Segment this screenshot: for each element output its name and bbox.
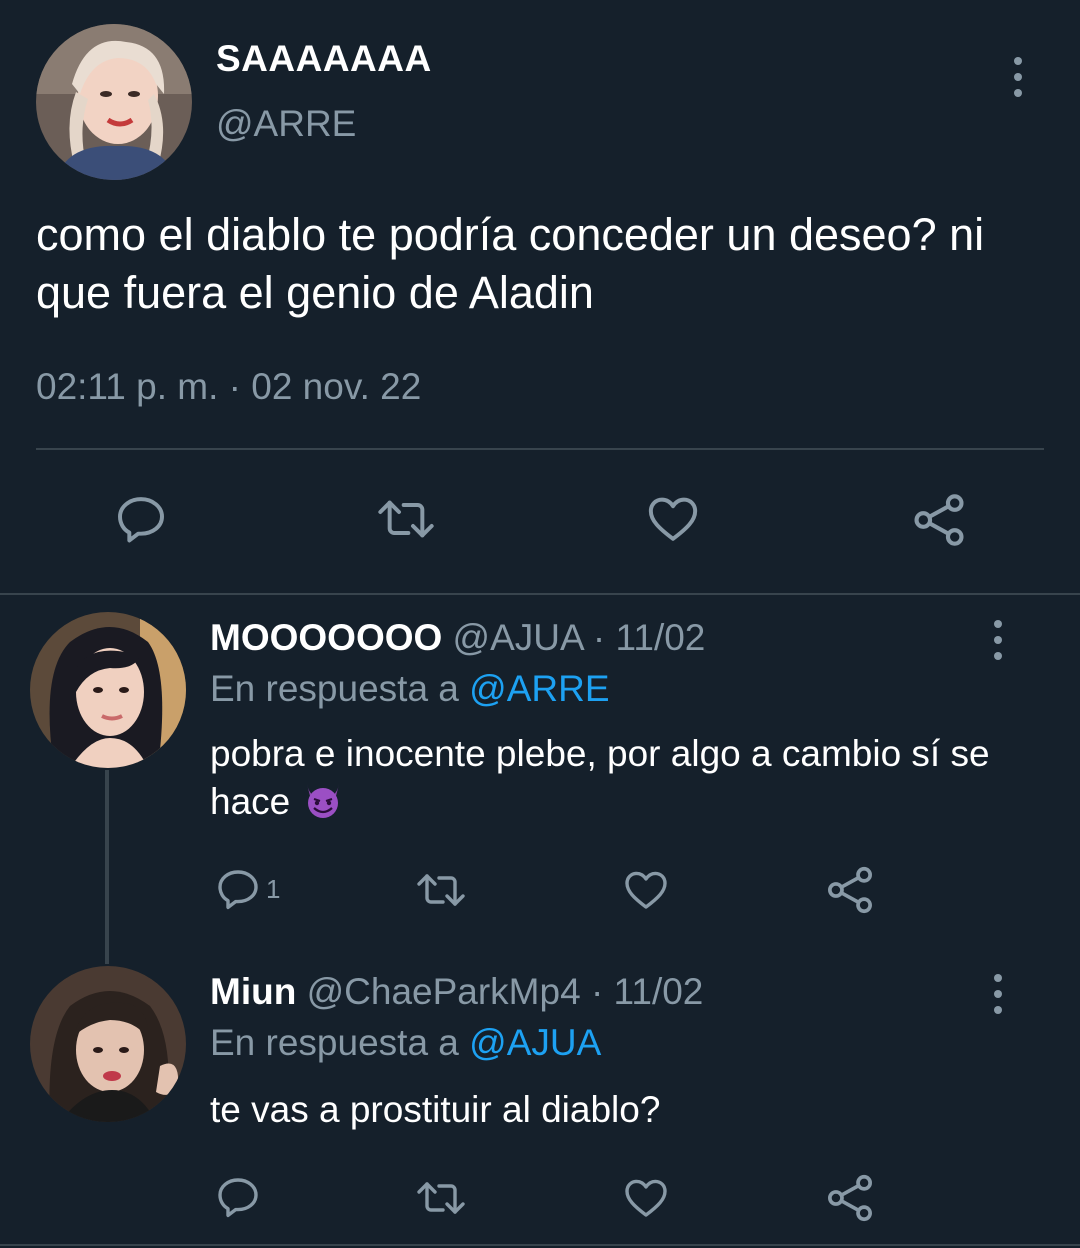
like-button[interactable] — [643, 491, 703, 547]
avatar[interactable] — [30, 966, 186, 1122]
like-icon — [625, 871, 667, 909]
share-icon — [914, 494, 964, 546]
reply-icon — [118, 497, 164, 543]
share-button[interactable] — [824, 1172, 876, 1224]
author-name[interactable]: Miun — [210, 971, 296, 1012]
reply-button[interactable] — [214, 1173, 262, 1221]
reply-count: 1 — [266, 873, 281, 904]
divider — [0, 593, 1080, 595]
replying-label: En respuesta a — [210, 668, 470, 709]
author-handle[interactable]: @ARRE — [216, 103, 356, 145]
like-button[interactable] — [620, 866, 672, 914]
reply-header: MOOOOOOO @AJUA · 11/02 — [210, 617, 705, 659]
retweet-button[interactable] — [372, 491, 440, 547]
retweet-button[interactable] — [412, 866, 470, 914]
share-icon — [828, 866, 872, 914]
retweet-icon — [378, 500, 434, 538]
smiling-devil-emoji — [301, 780, 345, 832]
reply-icon — [218, 870, 258, 910]
more-options-icon[interactable] — [1008, 57, 1028, 97]
reply-button[interactable]: 1 — [214, 865, 280, 913]
thread-connector — [105, 770, 109, 964]
avatar[interactable] — [30, 612, 186, 768]
reply-icon — [218, 1178, 258, 1218]
replying-label: En respuesta a — [210, 1022, 470, 1063]
tweet-thread-screen: SAAAAAAA @ARRE como el diablo te podría … — [0, 0, 1080, 1248]
reply-text: te vas a prostituir al diablo? — [210, 1089, 661, 1130]
author-name[interactable]: MOOOOOOO — [210, 617, 442, 658]
tweet-timestamp[interactable]: 02:11 p. m. · 02 nov. 22 — [36, 366, 421, 408]
author-meta[interactable]: @ChaeParkMp4 · 11/02 — [296, 971, 704, 1012]
share-button[interactable] — [909, 491, 969, 549]
more-options-icon[interactable] — [988, 620, 1008, 660]
replying-to: En respuesta a @AJUA — [210, 1022, 601, 1064]
like-icon — [648, 497, 698, 541]
retweet-icon — [417, 874, 465, 906]
share-icon — [828, 1174, 872, 1222]
replying-to: En respuesta a @ARRE — [210, 668, 610, 710]
tweet-text: como el diablo te podría conceder un des… — [36, 209, 985, 318]
reply-header: Miun @ChaeParkMp4 · 11/02 — [210, 971, 703, 1013]
more-options-icon[interactable] — [988, 974, 1008, 1014]
author-name[interactable]: SAAAAAAA — [216, 38, 432, 80]
avatar[interactable] — [36, 24, 192, 180]
divider — [36, 448, 1044, 450]
reply-text: pobra e inocente plebe, por algo a cambi… — [210, 730, 1030, 832]
divider — [0, 1244, 1080, 1246]
mention-link[interactable]: @ARRE — [469, 668, 609, 709]
author-meta[interactable]: @AJUA · 11/02 — [442, 617, 706, 658]
like-icon — [625, 1179, 667, 1217]
like-button[interactable] — [620, 1174, 672, 1222]
reply-button[interactable] — [113, 491, 169, 547]
share-button[interactable] — [824, 864, 876, 916]
retweet-icon — [417, 1182, 465, 1214]
retweet-button[interactable] — [412, 1174, 470, 1222]
mention-link[interactable]: @AJUA — [469, 1022, 601, 1063]
